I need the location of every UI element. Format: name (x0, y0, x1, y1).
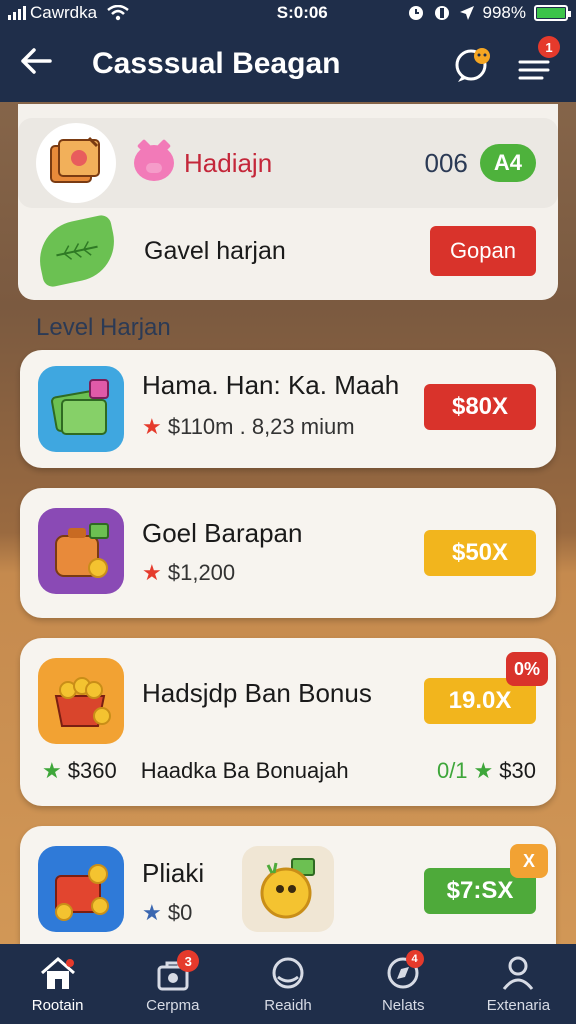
home-icon (40, 956, 75, 989)
bonus-left-amount: $360 (67, 758, 117, 783)
gavel-name: Gavel harjan (144, 236, 286, 265)
star-icon: ★ (142, 560, 162, 585)
bonus-footer: ★ $360 Haadka Ba Bonuajah 0/1 ★ $30 (42, 758, 536, 784)
gavel-row[interactable]: Gavel harjan Gopan (18, 210, 558, 292)
bottom-nav: Rootain 3 Cerpma Reaidh 4 Nelats Extenar… (0, 944, 576, 1024)
cash-bundle-icon (51, 379, 109, 435)
nav-badge: 4 (405, 950, 424, 968)
star-icon: ★ (142, 900, 162, 925)
status-bar: Cawrdka S:0:06 998% (0, 0, 576, 26)
star-icon: ★ (142, 414, 162, 439)
nav-badge: 3 (177, 950, 200, 972)
battery-icon (534, 5, 571, 21)
app-header: Casssual Beagan 1 (0, 26, 576, 102)
nav-label: Extenaria (486, 996, 551, 1014)
coin-stack-tile (242, 846, 334, 932)
nav-item-shop[interactable]: 3 Cerpma (115, 944, 230, 1024)
offer-icon-tile (38, 366, 124, 452)
offer-title: Pliaki (142, 858, 205, 888)
player-row[interactable]: Hadiajn 006 A4 (18, 118, 558, 208)
nav-label: Nelats (381, 996, 425, 1014)
offer-card[interactable]: Hadsjdp Ban Bonus 19.0X 0% ★ $360 Haadka… (20, 638, 556, 806)
price-button[interactable]: $50X (424, 530, 536, 576)
chat-button[interactable] (452, 42, 496, 86)
coin-basket-icon (54, 677, 111, 727)
chat-bubble-icon (455, 48, 490, 82)
offer-stats: $110m . 8,23 mium (167, 414, 355, 439)
nav-item-news[interactable]: 4 Nelats (346, 944, 461, 1024)
offer-stats: $1,200 (167, 560, 236, 585)
offer-subtitle: ★ $0 (142, 900, 192, 926)
offer-subtitle: ★ $1,200 (142, 560, 235, 586)
menu-button[interactable]: 1 (512, 36, 560, 86)
alarm-icon (408, 6, 423, 20)
offer-icon-tile (38, 846, 124, 932)
status-right: 998% (407, 3, 571, 23)
money-bag-icon (55, 523, 109, 578)
section-heading: Level Harjan (36, 314, 171, 341)
location-icon (459, 6, 474, 20)
chat-icon (272, 957, 304, 988)
nav-label: Rootain (31, 996, 84, 1014)
offer-icon-tile (38, 658, 124, 744)
leaf-vein-icon (56, 241, 98, 260)
bonus-description: Haadka Ba Bonuajah (140, 758, 349, 783)
nav-item-chat[interactable]: Reaidh (230, 944, 345, 1024)
star-icon: ★ (473, 758, 494, 783)
offer-stats: $0 (167, 900, 193, 925)
nav-item-home[interactable]: Rootain (0, 944, 115, 1024)
nav-label: Cerpma (146, 996, 200, 1014)
bonus-progress: 0/1 (436, 758, 468, 783)
player-name: Hadiajn (184, 147, 273, 178)
level-pill[interactable]: A4 (479, 144, 536, 182)
status-time: S:0:06 (276, 3, 328, 22)
notification-badge: 1 (538, 36, 560, 58)
player-number: 006 (424, 147, 468, 178)
treasure-map-icon (50, 136, 100, 183)
discount-badge: 0% (506, 652, 548, 686)
offer-subtitle: ★ $110m . 8,23 mium (142, 414, 355, 440)
nav-label: Reaidh (264, 996, 312, 1014)
price-button[interactable]: $80X (424, 384, 536, 430)
nav-item-profile[interactable]: Extenaria (461, 944, 576, 1024)
gopan-button[interactable]: Gopan (429, 226, 536, 276)
treasure-chest-icon (55, 864, 109, 921)
star-icon: ★ (42, 758, 62, 783)
battery-percent: 998% (482, 3, 526, 22)
signal-icon (8, 6, 26, 20)
close-badge[interactable]: X (510, 844, 548, 878)
leaf-icon (32, 213, 122, 289)
bonus-right-amount: $30 (499, 758, 536, 783)
carrier-name: Cawrdka (30, 3, 98, 22)
pig-icon (134, 145, 174, 181)
gold-coin-icon (260, 858, 315, 919)
profile-icon (503, 956, 534, 990)
page-title: Casssual Beagan (92, 47, 341, 80)
back-button[interactable] (20, 45, 70, 84)
offer-title: Goel Barapan (142, 518, 303, 548)
offer-card[interactable]: Goel Barapan ★ $1,200 $50X (20, 488, 556, 618)
back-arrow-icon (21, 47, 52, 74)
wifi-icon (107, 5, 129, 21)
avatar (36, 123, 116, 203)
status-left: Cawrdka (8, 3, 198, 23)
offer-card[interactable]: Hama. Han: Ka. Maah ★ $110m . 8,23 mium … (20, 350, 556, 468)
offer-title: Hama. Han: Ka. Maah (142, 370, 400, 400)
offer-icon-tile (38, 508, 124, 594)
offer-title: Hadsjdp Ban Bonus (142, 678, 372, 708)
data-saver-icon (434, 6, 449, 20)
